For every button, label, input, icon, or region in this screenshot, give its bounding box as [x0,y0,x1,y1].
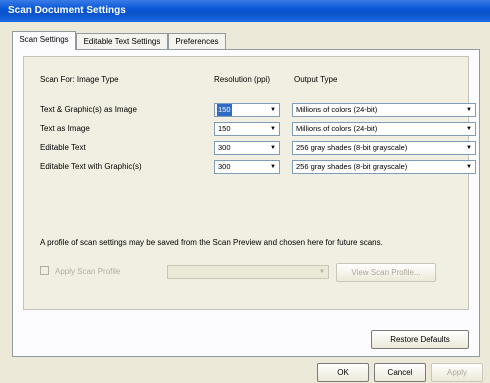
resolution-value: 300 [218,143,231,152]
scan-profile-dropdown[interactable]: ▼ [167,265,329,279]
output-dropdown-text-graphics-image[interactable]: Millions of colors (24-bit) ▼ [292,103,476,117]
output-value: 256 gray shades (8-bit grayscale) [296,143,408,152]
output-value: Millions of colors (24-bit) [296,124,378,133]
resolution-value: 150 [217,104,232,116]
output-dropdown-text-image[interactable]: Millions of colors (24-bit) ▼ [292,122,476,136]
cancel-button[interactable]: Cancel [374,363,426,382]
ok-button[interactable]: OK [317,363,369,382]
apply-scan-profile-checkbox[interactable]: Apply Scan Profile [40,266,120,276]
dropdown-arrow-icon[interactable]: ▼ [267,161,279,173]
dropdown-arrow-icon[interactable]: ▼ [463,123,475,135]
tab-editable-text-settings[interactable]: Editable Text Settings [76,33,168,49]
tab-preferences[interactable]: Preferences [168,33,226,49]
title-bar: Scan Document Settings [0,0,490,22]
row-label-editable-text: Editable Text [40,143,86,152]
header-scan-for: Scan For: Image Type [40,75,119,84]
dialog-window: Scan Document Settings Scan Settings Edi… [0,0,490,383]
profile-note: A profile of scan settings may be saved … [40,238,383,247]
view-scan-profile-button[interactable]: View Scan Profile... [336,263,436,282]
output-value: 256 gray shades (8-bit grayscale) [296,162,408,171]
header-output-type: Output Type [294,75,338,84]
dropdown-arrow-icon[interactable]: ▼ [267,104,279,116]
output-dropdown-editable-text-graphics[interactable]: 256 gray shades (8-bit grayscale) ▼ [292,160,476,174]
resolution-value: 150 [218,124,231,133]
dropdown-arrow-icon[interactable]: ▼ [267,123,279,135]
apply-button[interactable]: Apply [431,363,483,382]
resolution-value: 300 [218,162,231,171]
tab-scan-settings[interactable]: Scan Settings [12,31,76,50]
resolution-dropdown-text-image[interactable]: 150 ▼ [214,122,280,136]
resolution-dropdown-editable-text[interactable]: 300 ▼ [214,141,280,155]
settings-group: Scan For: Image Type Resolution (ppi) Ou… [23,56,476,310]
output-value: Millions of colors (24-bit) [296,105,378,114]
row-label-editable-text-graphics: Editable Text with Graphic(s) [40,162,142,171]
row-label-text-image: Text as Image [40,124,90,133]
window-title: Scan Document Settings [8,5,126,16]
apply-scan-profile-label: Apply Scan Profile [55,267,121,276]
dropdown-arrow-icon[interactable]: ▼ [463,104,475,116]
checkbox-box[interactable] [40,266,49,275]
dropdown-arrow-icon[interactable]: ▼ [267,142,279,154]
header-resolution: Resolution (ppi) [214,75,271,84]
restore-defaults-button[interactable]: Restore Defaults [371,330,469,349]
output-dropdown-editable-text[interactable]: 256 gray shades (8-bit grayscale) ▼ [292,141,476,155]
row-label-text-graphics-image: Text & Graphic(s) as Image [40,105,137,114]
tab-panel: Scan For: Image Type Resolution (ppi) Ou… [12,49,480,357]
resolution-dropdown-editable-text-graphics[interactable]: 300 ▼ [214,160,280,174]
resolution-dropdown-text-graphics-image[interactable]: 150 ▼ [214,103,280,117]
dropdown-arrow-icon[interactable]: ▼ [463,142,475,154]
dropdown-arrow-icon[interactable]: ▼ [463,161,475,173]
dropdown-arrow-icon[interactable]: ▼ [316,266,328,278]
